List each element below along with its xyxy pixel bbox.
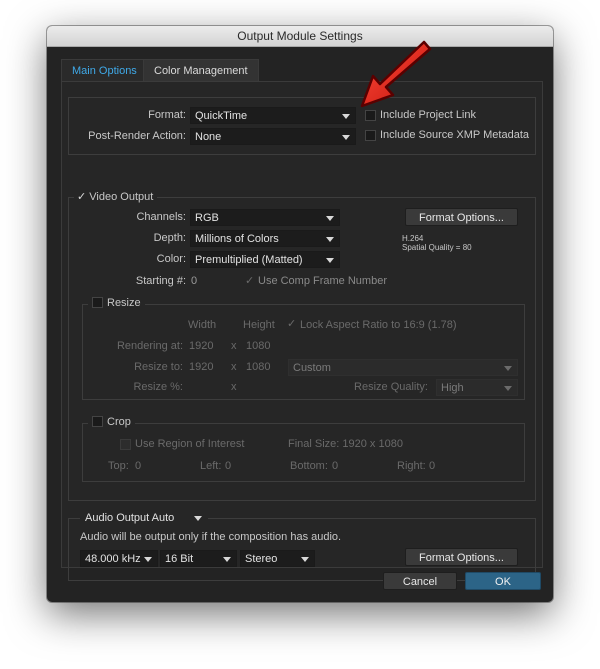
resize-quality-label: Resize Quality: bbox=[354, 381, 428, 393]
dropdown-arrow-icon bbox=[194, 516, 202, 521]
x-separator: x bbox=[231, 340, 237, 352]
height-header: Height bbox=[243, 319, 275, 331]
crop-right-value[interactable]: 0 bbox=[429, 460, 435, 472]
lock-aspect-label: Lock Aspect Ratio to 16:9 (1.78) bbox=[300, 319, 457, 331]
audio-output-value: Audio Output Auto bbox=[85, 512, 175, 524]
channels-value: RGB bbox=[195, 212, 219, 224]
tab-main-options[interactable]: Main Options bbox=[61, 59, 148, 82]
color-value: Premultiplied (Matted) bbox=[195, 254, 303, 266]
crop-label: Crop bbox=[107, 416, 131, 428]
post-render-label: Post-Render Action: bbox=[88, 130, 186, 142]
crop-checkbox[interactable] bbox=[92, 416, 103, 427]
rendering-width: 1920 bbox=[189, 340, 214, 352]
crop-left-value[interactable]: 0 bbox=[225, 460, 231, 472]
audio-note: Audio will be output only if the composi… bbox=[80, 531, 342, 543]
main-options-panel: Format: QuickTime Post-Render Action: No… bbox=[61, 81, 543, 581]
crop-bottom-value[interactable]: 0 bbox=[332, 460, 338, 472]
checkmark-icon[interactable]: ✓ bbox=[245, 276, 254, 287]
video-format-options-button[interactable]: Format Options... bbox=[405, 208, 518, 226]
resize-to-height[interactable]: 1080 bbox=[246, 361, 270, 373]
resize-preset-value: Custom bbox=[293, 362, 331, 374]
use-comp-frame-label: Use Comp Frame Number bbox=[258, 275, 387, 287]
format-value: QuickTime bbox=[195, 110, 248, 122]
checkmark-icon: ✓ bbox=[77, 191, 87, 203]
rendering-at-label: Rendering at: bbox=[116, 340, 183, 352]
video-output-toggle[interactable]: ✓ Video Output bbox=[74, 191, 158, 203]
final-size-text: Final Size: 1920 x 1080 bbox=[288, 438, 403, 450]
audio-format-options-button[interactable]: Format Options... bbox=[405, 548, 518, 566]
resize-quality-dropdown[interactable]: High bbox=[436, 379, 518, 396]
post-render-dropdown[interactable]: None bbox=[190, 128, 356, 145]
resize-to-width[interactable]: 1920 bbox=[189, 361, 213, 373]
resize-toggle[interactable]: Resize bbox=[88, 297, 145, 309]
format-dropdown[interactable]: QuickTime bbox=[190, 107, 356, 124]
dialog-title: Output Module Settings bbox=[47, 26, 553, 47]
audio-rate-dropdown[interactable]: 48.000 kHz bbox=[80, 550, 158, 567]
include-xmp-label: Include Source XMP Metadata bbox=[380, 129, 529, 141]
post-render-value: None bbox=[195, 131, 222, 143]
crop-top-label: Top: bbox=[108, 460, 129, 472]
crop-left-label: Left: bbox=[200, 460, 222, 472]
crop-bottom-label: Bottom: bbox=[290, 460, 328, 472]
starting-label: Starting #: bbox=[135, 275, 186, 287]
dropdown-arrow-icon bbox=[326, 258, 334, 263]
use-roi-label: Use Region of Interest bbox=[135, 438, 245, 450]
dropdown-arrow-icon bbox=[223, 557, 231, 562]
format-label: Format: bbox=[148, 109, 186, 121]
audio-channels-dropdown[interactable]: Stereo bbox=[240, 550, 315, 567]
crop-section bbox=[82, 423, 525, 482]
resize-quality-value: High bbox=[441, 382, 464, 394]
use-roi-checkbox[interactable] bbox=[120, 439, 131, 450]
resize-preset-dropdown[interactable]: Custom bbox=[288, 359, 518, 376]
format-section bbox=[68, 97, 536, 155]
x-separator: x bbox=[231, 381, 237, 393]
resize-percent-label: Resize %: bbox=[133, 381, 183, 393]
annotation-arrow-icon bbox=[360, 40, 432, 108]
x-separator: x bbox=[231, 361, 237, 373]
video-output-label: Video Output bbox=[89, 191, 154, 203]
width-header: Width bbox=[188, 319, 217, 331]
color-label: Color: bbox=[156, 253, 186, 265]
dropdown-arrow-icon bbox=[301, 557, 309, 562]
crop-toggle[interactable]: Crop bbox=[88, 416, 135, 428]
audio-rate-value: 48.000 kHz bbox=[85, 553, 141, 565]
depth-label: Depth: bbox=[153, 232, 186, 244]
output-module-dialog: Output Module Settings Main Options Colo… bbox=[47, 26, 553, 602]
include-xmp-checkbox[interactable] bbox=[365, 130, 376, 141]
audio-bits-dropdown[interactable]: 16 Bit bbox=[160, 550, 237, 567]
depth-dropdown[interactable]: Millions of Colors bbox=[190, 230, 340, 247]
rendering-height: 1080 bbox=[246, 340, 271, 352]
dropdown-arrow-icon bbox=[326, 237, 334, 242]
channels-dropdown[interactable]: RGB bbox=[190, 209, 340, 226]
audio-bits-value: 16 Bit bbox=[165, 553, 194, 565]
tab-color-management[interactable]: Color Management bbox=[143, 59, 259, 83]
starting-value: 0 bbox=[191, 275, 198, 287]
ok-button[interactable]: OK bbox=[465, 572, 541, 590]
resize-to-label: Resize to: bbox=[134, 361, 183, 373]
dropdown-arrow-icon bbox=[326, 216, 334, 221]
color-dropdown[interactable]: Premultiplied (Matted) bbox=[190, 251, 340, 268]
dropdown-arrow-icon bbox=[504, 386, 512, 391]
dropdown-arrow-icon bbox=[342, 135, 350, 140]
resize-checkbox[interactable] bbox=[92, 297, 103, 308]
crop-right-label: Right: bbox=[397, 460, 426, 472]
crop-top-value[interactable]: 0 bbox=[135, 460, 141, 472]
dropdown-arrow-icon bbox=[144, 557, 152, 562]
resize-label: Resize bbox=[107, 297, 141, 309]
audio-output-dropdown[interactable]: Audio Output Auto bbox=[80, 509, 208, 526]
depth-value: Millions of Colors bbox=[195, 233, 279, 245]
audio-channels-value: Stereo bbox=[245, 553, 278, 565]
codec-info-line2: Spatial Quality = 80 bbox=[402, 243, 472, 252]
cancel-button[interactable]: Cancel bbox=[383, 572, 457, 590]
channels-label: Channels: bbox=[136, 211, 186, 223]
checkmark-icon[interactable]: ✓ bbox=[287, 319, 296, 330]
dropdown-arrow-icon bbox=[504, 366, 512, 371]
